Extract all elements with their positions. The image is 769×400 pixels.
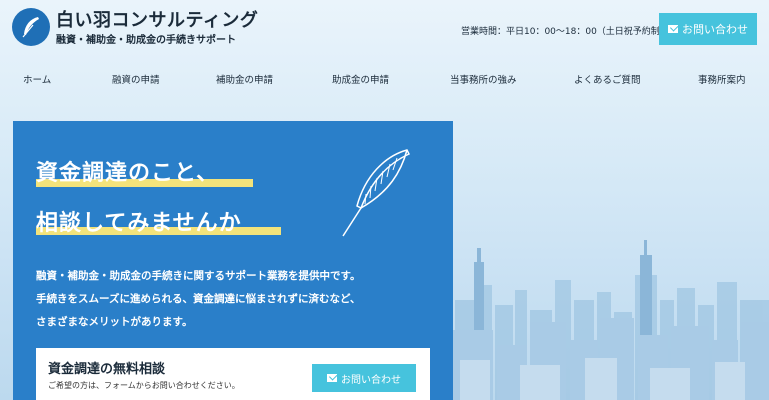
consultation-note: ご希望の方は、フォームからお問い合わせください。 [48,381,240,390]
hero-headline-line1: 資金調達のこと、 [36,161,220,186]
header-contact-label: お問い合わせ [682,23,748,36]
header-contact-button[interactable]: お問い合わせ [659,13,757,45]
hero-description-line1: 融資・補助金・助成金の手続きに関するサポート業務を提供中です。 [36,270,361,282]
feather-logo-icon[interactable] [12,8,50,46]
hero-headline-line2: 相談してみませんか [36,211,242,236]
nav-item-home[interactable]: ホーム [23,72,51,86]
nav-item-grant[interactable]: 助成金の申請 [332,72,389,86]
feather-illustration-icon [342,149,411,237]
nav-item-faq[interactable]: よくあるご質問 [574,72,641,86]
mail-icon [327,374,337,382]
main-nav: ホーム 融資の申請 補助金の申請 助成金の申請 当事務所の強み よくあるご質問 … [0,66,769,90]
brand-subtitle: 融資・補助金・助成金の手続きサポート [56,35,236,46]
consultation-title: 資金調達の無料相談 [48,362,166,377]
nav-item-loan[interactable]: 融資の申請 [112,72,160,86]
hero-description-line2: 手続きをスムーズに進められる、資金調達に悩まされずに済むなど、 [36,293,361,305]
nav-item-office[interactable]: 事務所案内 [698,72,746,86]
brand-title[interactable]: 白い羽コンサルティング [56,6,258,32]
hero-description-line3: さまざまなメリットがあります。 [36,316,193,328]
hero-panel: 資金調達のこと、 相談してみませんか 融資・補助金・助成金の手続きに関するサポー… [13,121,453,400]
mail-icon [668,25,678,33]
nav-item-strengths[interactable]: 当事務所の強み [450,72,517,86]
consultation-contact-label: お問い合わせ [341,374,401,386]
business-hours: 営業時間：平日10：00〜18：00（土日祝予約制） [461,27,669,37]
site-header: 白い羽コンサルティング 融資・補助金・助成金の手続きサポート 営業時間：平日10… [0,0,769,60]
free-consultation-box: 資金調達の無料相談 ご希望の方は、フォームからお問い合わせください。 お問い合わ… [36,348,430,400]
consultation-contact-button[interactable]: お問い合わせ [312,364,416,392]
nav-item-subsidy[interactable]: 補助金の申請 [216,72,273,86]
